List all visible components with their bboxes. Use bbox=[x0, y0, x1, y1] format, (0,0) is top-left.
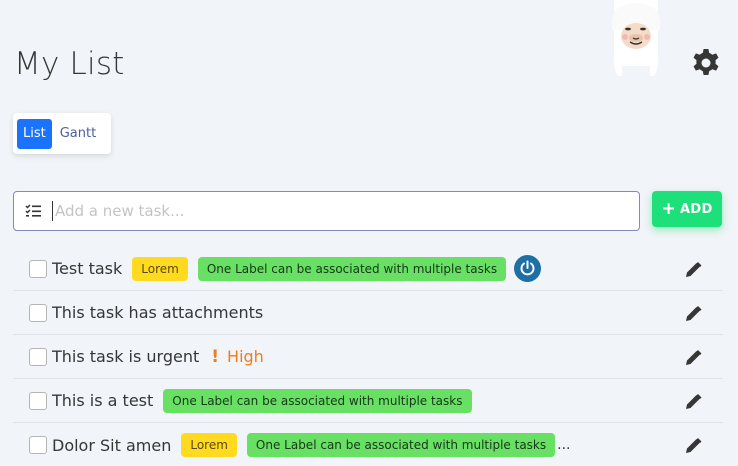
view-switcher: List Gantt bbox=[13, 113, 111, 154]
tab-gantt[interactable]: Gantt bbox=[54, 119, 102, 149]
task-row[interactable]: Test task Lorem One Label can be associa… bbox=[13, 247, 723, 291]
task-checkbox[interactable] bbox=[29, 436, 47, 454]
plus-icon: + bbox=[661, 198, 676, 219]
page-title: My List bbox=[14, 46, 125, 82]
task-title: This task is urgent bbox=[52, 347, 200, 366]
task-label: Lorem bbox=[181, 433, 237, 457]
priority-icon: ! bbox=[211, 346, 220, 367]
task-title: This task has attachments bbox=[52, 303, 264, 322]
priority-indicator: ! High bbox=[211, 347, 264, 367]
priority-label: High bbox=[227, 347, 264, 366]
pencil-icon bbox=[685, 305, 701, 321]
edit-task-button[interactable] bbox=[683, 435, 703, 455]
task-row[interactable]: Dolor Sit amen Lorem One Label can be as… bbox=[13, 423, 723, 466]
checklist-icon bbox=[14, 192, 52, 230]
pencil-icon bbox=[685, 261, 701, 277]
edit-task-button[interactable] bbox=[683, 347, 703, 367]
task-title: Test task bbox=[52, 259, 123, 278]
add-task-field bbox=[13, 191, 640, 231]
task-row[interactable]: This task is urgent ! High bbox=[13, 335, 723, 379]
gear-icon bbox=[693, 49, 719, 75]
task-title: This is a test bbox=[52, 391, 154, 410]
more-labels-ellipsis: ... bbox=[557, 437, 571, 453]
pencil-icon bbox=[685, 393, 701, 409]
add-task-input[interactable] bbox=[52, 201, 639, 221]
task-checkbox[interactable] bbox=[29, 259, 47, 278]
task-label: Lorem bbox=[132, 256, 188, 281]
power-icon bbox=[520, 260, 535, 276]
settings-button[interactable] bbox=[688, 46, 724, 82]
pencil-icon bbox=[685, 349, 701, 365]
edit-task-button[interactable] bbox=[683, 391, 703, 411]
task-list: Test task Lorem One Label can be associa… bbox=[13, 247, 723, 466]
task-label: One Label can be associated with multipl… bbox=[163, 388, 472, 413]
task-row[interactable]: This is a test One Label can be associat… bbox=[13, 379, 723, 423]
edit-task-button[interactable] bbox=[683, 303, 703, 323]
tab-list[interactable]: List bbox=[17, 118, 52, 149]
task-title: Dolor Sit amen bbox=[52, 435, 172, 455]
task-checkbox[interactable] bbox=[29, 347, 47, 366]
add-task-button[interactable]: + ADD bbox=[652, 191, 722, 227]
edit-task-button[interactable] bbox=[683, 259, 703, 279]
task-row[interactable]: This task has attachments bbox=[13, 291, 723, 335]
task-label: One Label can be associated with multipl… bbox=[197, 256, 507, 281]
pencil-icon bbox=[685, 437, 701, 453]
llama-mascot bbox=[608, 0, 664, 80]
task-checkbox[interactable] bbox=[29, 303, 47, 322]
task-checkbox[interactable] bbox=[29, 391, 47, 410]
task-label: One Label can be associated with multipl… bbox=[246, 433, 556, 457]
timer-button[interactable] bbox=[514, 255, 542, 282]
add-button-label: ADD bbox=[680, 201, 713, 217]
